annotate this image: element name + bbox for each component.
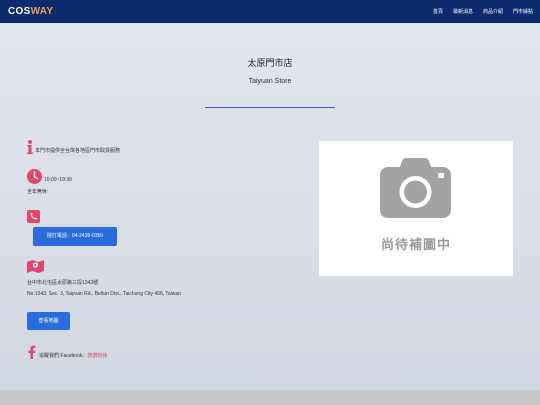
logo-text-cos: COS	[8, 6, 31, 17]
address-chinese: 台中市北屯區太原路三段1343號	[27, 280, 99, 286]
nav-link-products[interactable]: 商品介紹	[483, 8, 503, 15]
title-divider	[205, 107, 335, 108]
nav-link-home[interactable]: 首頁	[433, 8, 443, 15]
logo[interactable]: COSWAY	[8, 6, 53, 17]
address-english: No.1343, Sec. 3, Taiyuan Rd., Beitun Dis…	[27, 291, 181, 297]
nav-link-news[interactable]: 最新消息	[453, 8, 473, 15]
footer	[0, 390, 540, 405]
nav-link-stores[interactable]: 門市據點	[513, 8, 533, 15]
info-icon	[27, 140, 33, 154]
hours-note: 全年無休	[27, 189, 48, 195]
business-hours: 10:00~19:30	[44, 177, 72, 183]
navbar: COSWAY 首頁 最新消息 商品介紹 門市據點	[0, 0, 540, 23]
facebook-icon[interactable]	[28, 345, 36, 359]
facebook-link[interactable]: 按讚粉絲	[87, 353, 107, 359]
photo-placeholder-text: 尚待補圖中	[380, 238, 451, 253]
view-map-button[interactable]: 查看地圖	[27, 312, 70, 330]
notice-text: 本門市提供全台灣各地區門市取貨服務	[35, 148, 121, 154]
store-subtitle: Taiyuan Store	[248, 78, 292, 85]
clock-icon	[27, 169, 42, 184]
facebook-text: 追蹤我們 Facebook：按讚粉絲	[39, 352, 107, 359]
logo-text-way: WAY	[30, 6, 54, 17]
phone-icon	[27, 210, 40, 223]
map-icon	[27, 260, 44, 273]
call-button[interactable]: 撥打電話：04-2439-0350	[33, 227, 117, 246]
camera-icon	[380, 158, 451, 218]
store-title: 太原門市店	[247, 59, 293, 69]
facebook-label: 追蹤我們 Facebook：	[39, 353, 88, 359]
store-photo: 尚待補圖中	[319, 141, 513, 276]
nav-menu: 首頁 最新消息 商品介紹 門市據點	[433, 8, 533, 15]
